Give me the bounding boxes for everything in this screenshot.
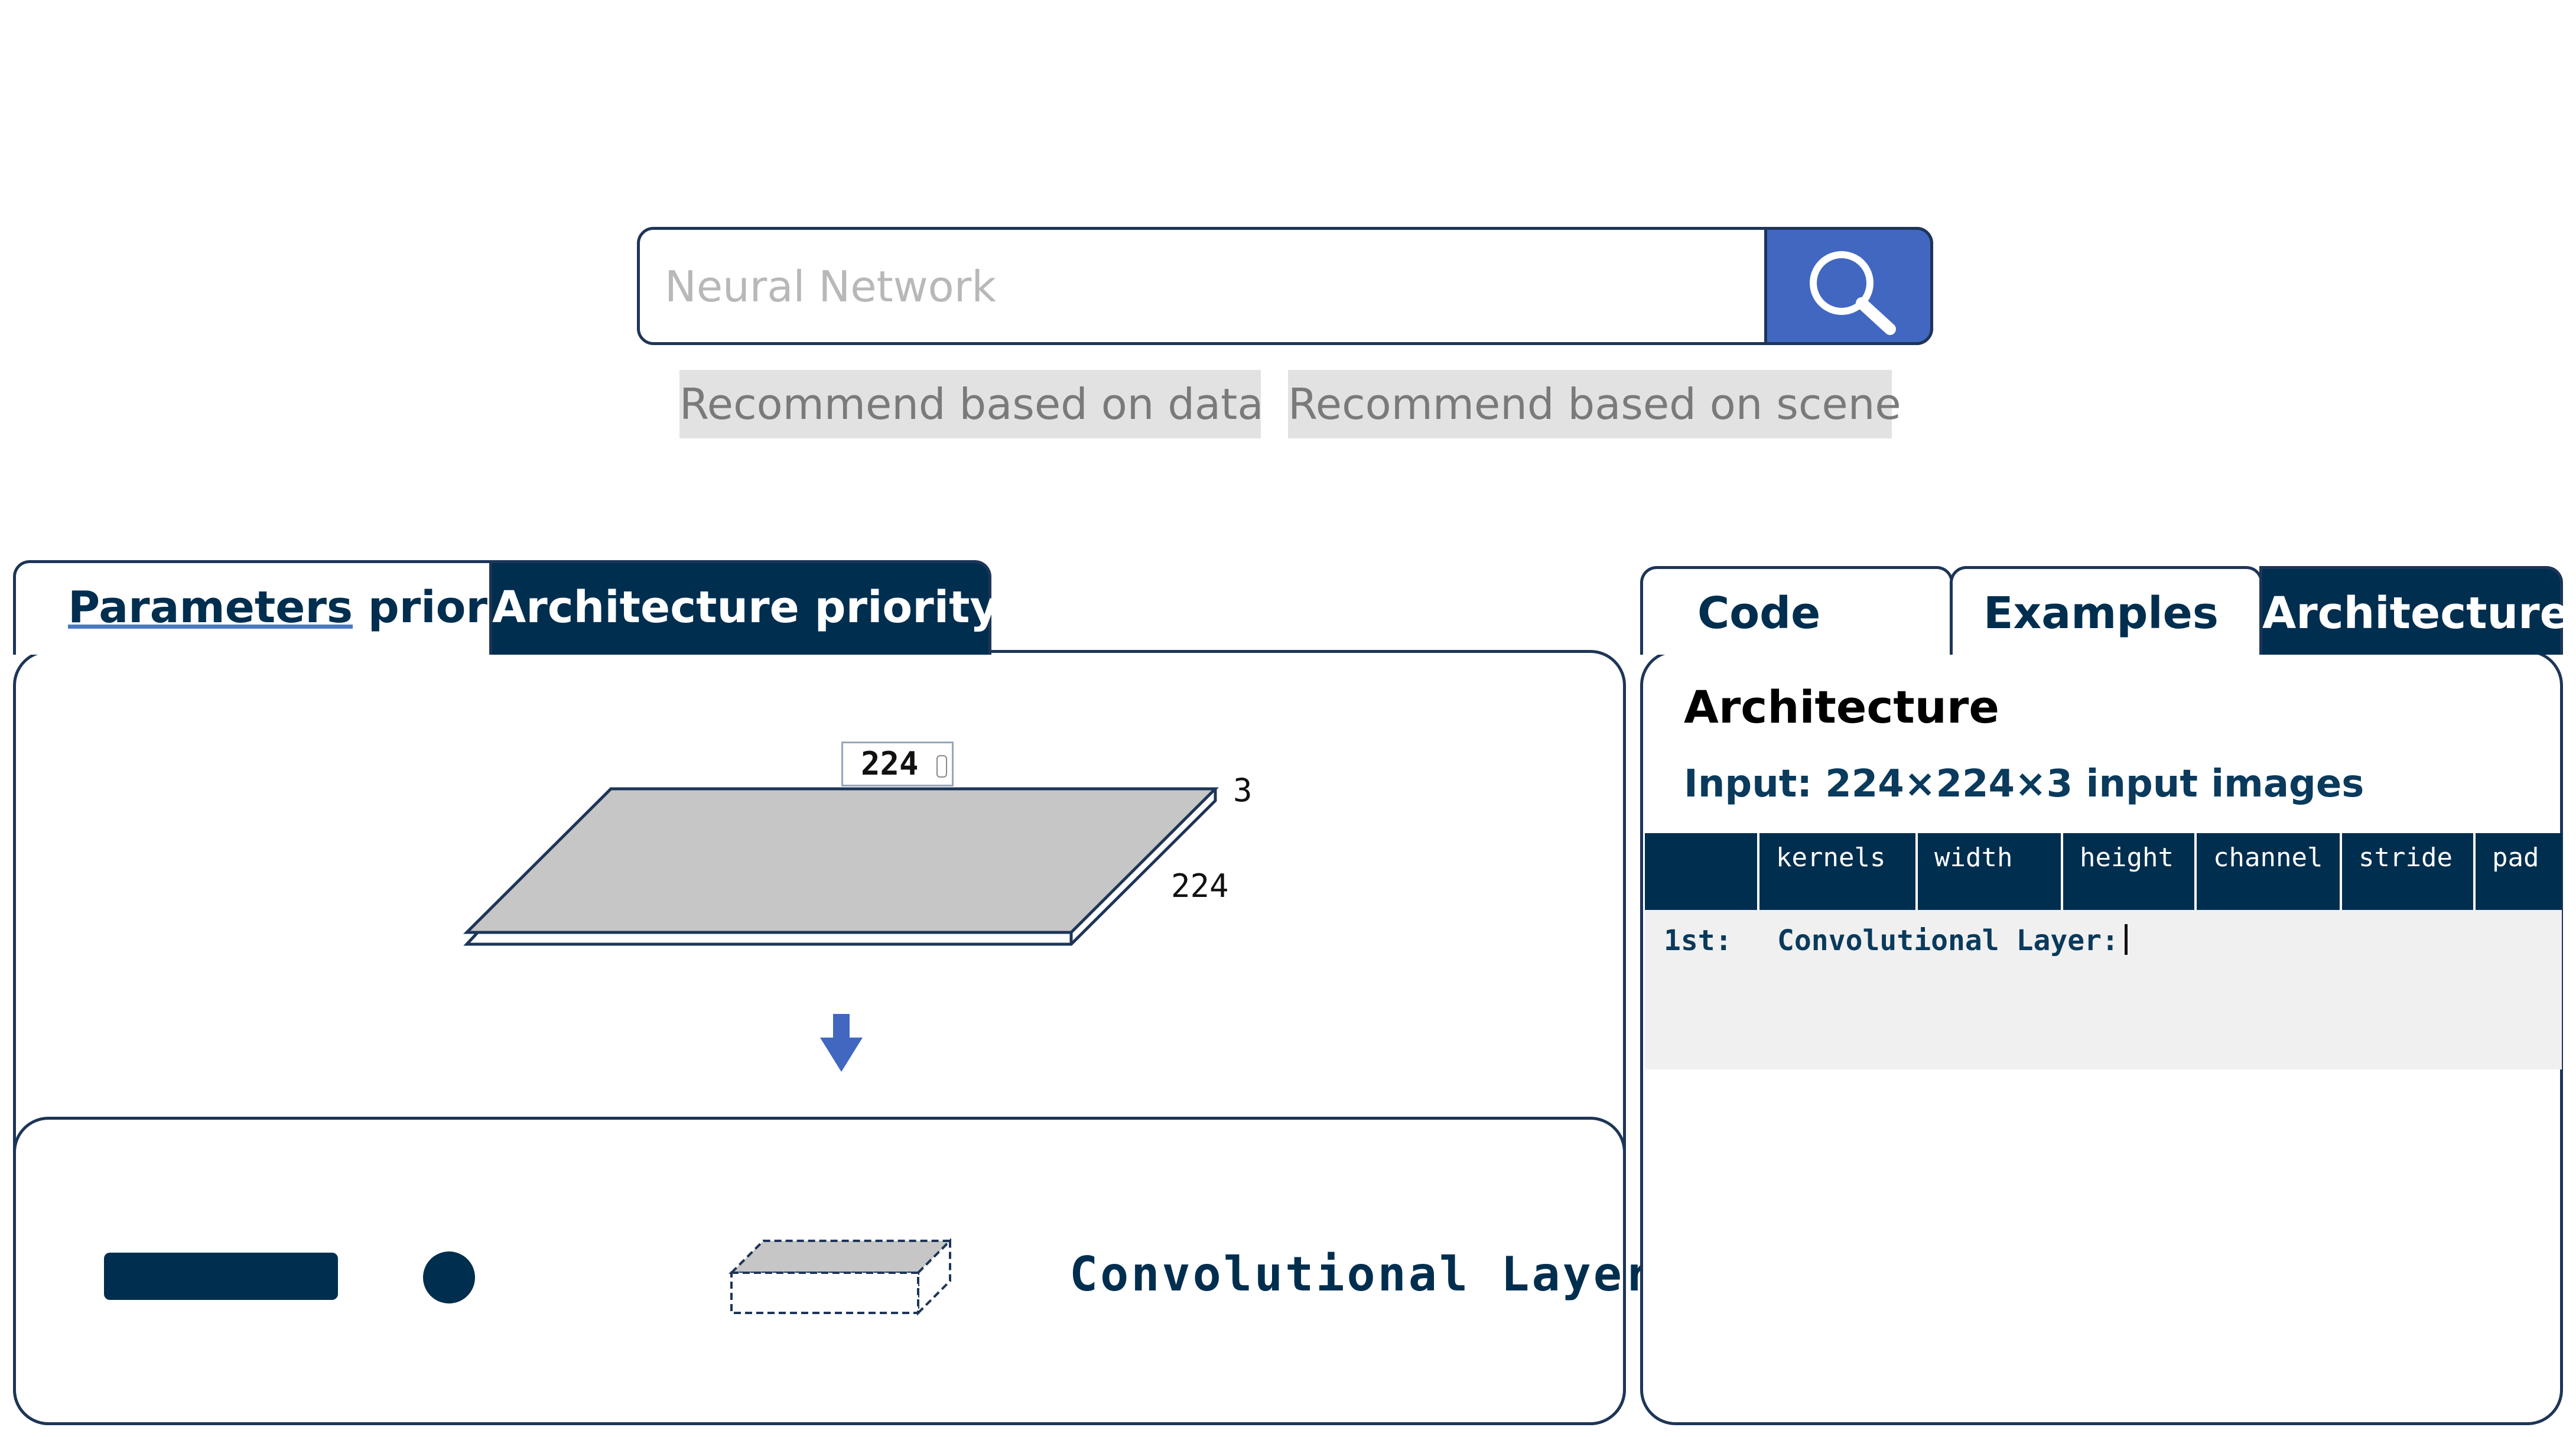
column-header: height [2061, 833, 2194, 910]
tab-examples[interactable]: Examples [1950, 566, 2263, 655]
search-button[interactable] [1764, 227, 1933, 345]
recommend-data-button[interactable]: Recommend based on data [679, 370, 1264, 438]
architecture-title: Architecture [1684, 681, 1999, 733]
tab-architecture-priority[interactable]: Architecture priority [489, 560, 998, 655]
input-height-label: 224 [1171, 867, 1229, 905]
row-index: 1st: [1664, 924, 1732, 957]
recommend-scene-button[interactable]: Recommend based on scene [1288, 370, 1901, 438]
tab-parameters-priority[interactable]: Parameters priority [13, 560, 552, 655]
input-channels-label: 3 [1233, 772, 1253, 809]
search-box [637, 227, 1933, 345]
convolutional-layer-shape[interactable] [724, 1223, 961, 1329]
stepper-arrows-icon[interactable] [936, 755, 947, 778]
table-header-blank [1645, 833, 1757, 910]
input-width-stepper[interactable]: 224 [841, 742, 954, 786]
input-width-value: 224 [861, 745, 919, 782]
search-input[interactable] [663, 230, 1788, 342]
table-header: kernels width height channel stride pad [1645, 833, 2562, 910]
input-description: Input: 224×224×3 input images [1684, 762, 2364, 806]
input-layer-plane[interactable] [449, 768, 1229, 963]
row-layer-name: Convolutional Layer: [1777, 924, 2119, 957]
column-header: width [1915, 833, 2061, 910]
text-caret [2124, 924, 2128, 955]
neuron-node-shape[interactable] [423, 1251, 475, 1303]
architecture-table: kernels width height channel stride pad … [1645, 833, 2562, 1069]
table-row[interactable]: 1st: Convolutional Layer: [1645, 910, 2562, 1069]
column-header: pad [2473, 833, 2562, 910]
dense-layer-shape[interactable] [104, 1253, 338, 1300]
column-header: channel [2194, 833, 2340, 910]
row-layer-text: Convolutional Layer: [1777, 924, 2128, 957]
column-header: stride [2340, 833, 2473, 910]
selected-layer-label: Convolutional Layer [1069, 1247, 1655, 1302]
tab-parameters-word: Parameters [68, 582, 353, 633]
tab-code[interactable]: Code [1640, 566, 1953, 655]
search-icon [1810, 251, 1896, 335]
arrow-down-icon [820, 1014, 863, 1072]
tab-architecture[interactable]: Architecture [2259, 566, 2570, 655]
column-header: kernels [1757, 833, 1915, 910]
